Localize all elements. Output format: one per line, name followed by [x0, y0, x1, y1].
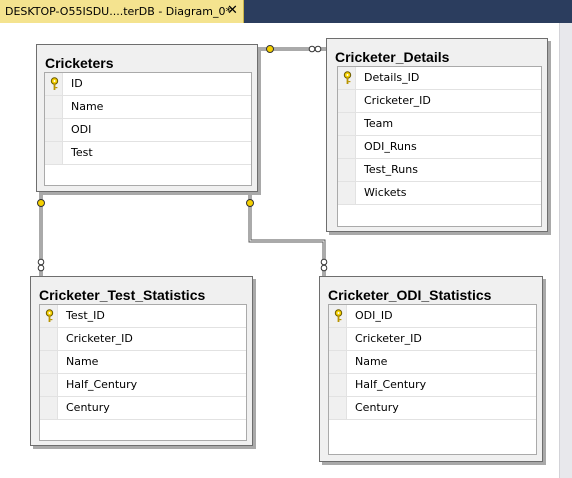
table-cricketers[interactable]: Cricketers ID Name ODI Test — [36, 44, 258, 192]
column-row[interactable]: Details_ID — [338, 67, 541, 90]
primary-key-icon — [45, 309, 54, 322]
column-row[interactable]: Name — [45, 96, 251, 119]
column-row[interactable]: Test_Runs — [338, 159, 541, 182]
column-row[interactable]: Half_Century — [40, 374, 246, 397]
column-name: Team — [364, 117, 394, 130]
column-row[interactable]: Wickets — [338, 182, 541, 205]
key-end-icon — [246, 199, 254, 207]
column-row[interactable]: ODI — [45, 119, 251, 142]
column-name: ODI_ID — [355, 309, 393, 322]
table-title: Cricketers — [45, 55, 114, 71]
column-row[interactable]: ID — [45, 73, 251, 96]
key-end-icon — [37, 199, 45, 207]
column-name: ID — [71, 77, 83, 90]
infinity-end-icon — [37, 258, 45, 272]
column-name: Wickets — [364, 186, 407, 199]
column-row[interactable]: Cricketer_ID — [338, 90, 541, 113]
column-row[interactable]: Test — [45, 142, 251, 165]
column-name: Century — [66, 401, 110, 414]
column-grid: ODI_ID Cricketer_ID Name Half_Century Ce… — [328, 304, 537, 455]
column-name: Cricketer_ID — [66, 332, 133, 345]
column-name: Cricketer_ID — [364, 94, 431, 107]
table-title: Cricketer_Test_Statistics — [39, 287, 206, 303]
column-name: Test_Runs — [364, 163, 418, 176]
column-name: Name — [355, 355, 388, 368]
column-name: Test_ID — [66, 309, 105, 322]
column-row[interactable]: Cricketer_ID — [329, 328, 536, 351]
column-grid: Details_ID Cricketer_ID Team ODI_Runs Te… — [337, 66, 542, 227]
table-title: Cricketer_ODI_Statistics — [328, 287, 492, 303]
column-name: Name — [66, 355, 99, 368]
column-row[interactable]: Half_Century — [329, 374, 536, 397]
column-name: ODI_Runs — [364, 140, 417, 153]
column-row[interactable]: Team — [338, 113, 541, 136]
infinity-end-icon — [320, 258, 328, 272]
column-row[interactable]: Century — [329, 397, 536, 420]
column-row[interactable]: ODI_ID — [329, 305, 536, 328]
column-row[interactable]: Century — [40, 397, 246, 420]
column-row[interactable]: Test_ID — [40, 305, 246, 328]
column-name: Half_Century — [66, 378, 138, 391]
column-row[interactable]: ODI_Runs — [338, 136, 541, 159]
primary-key-icon — [343, 71, 352, 84]
table-cricketer-test-statistics[interactable]: Cricketer_Test_Statistics Test_ID Cricke… — [30, 276, 253, 446]
column-name: Test — [71, 146, 93, 159]
relationship-cricketers-odi-stats[interactable] — [248, 192, 326, 276]
column-grid: Test_ID Cricketer_ID Name Half_Century C… — [39, 304, 247, 441]
column-name: Century — [355, 401, 399, 414]
infinity-end-icon — [308, 45, 322, 53]
table-cricketer-details[interactable]: Cricketer_Details Details_ID Cricketer_I… — [326, 38, 548, 232]
primary-key-icon — [50, 77, 59, 90]
column-row[interactable]: Name — [40, 351, 246, 374]
column-name: Cricketer_ID — [355, 332, 422, 345]
primary-key-icon — [334, 309, 343, 322]
column-row[interactable]: Name — [329, 351, 536, 374]
key-end-icon — [266, 45, 274, 53]
column-name: Half_Century — [355, 378, 427, 391]
column-row[interactable]: Cricketer_ID — [40, 328, 246, 351]
table-cricketer-odi-statistics[interactable]: Cricketer_ODI_Statistics ODI_ID Crickete… — [319, 276, 543, 462]
column-name: ODI — [71, 123, 92, 136]
column-name: Details_ID — [364, 71, 420, 84]
column-name: Name — [71, 100, 104, 113]
column-grid: ID Name ODI Test — [44, 72, 252, 186]
table-title: Cricketer_Details — [335, 49, 450, 65]
